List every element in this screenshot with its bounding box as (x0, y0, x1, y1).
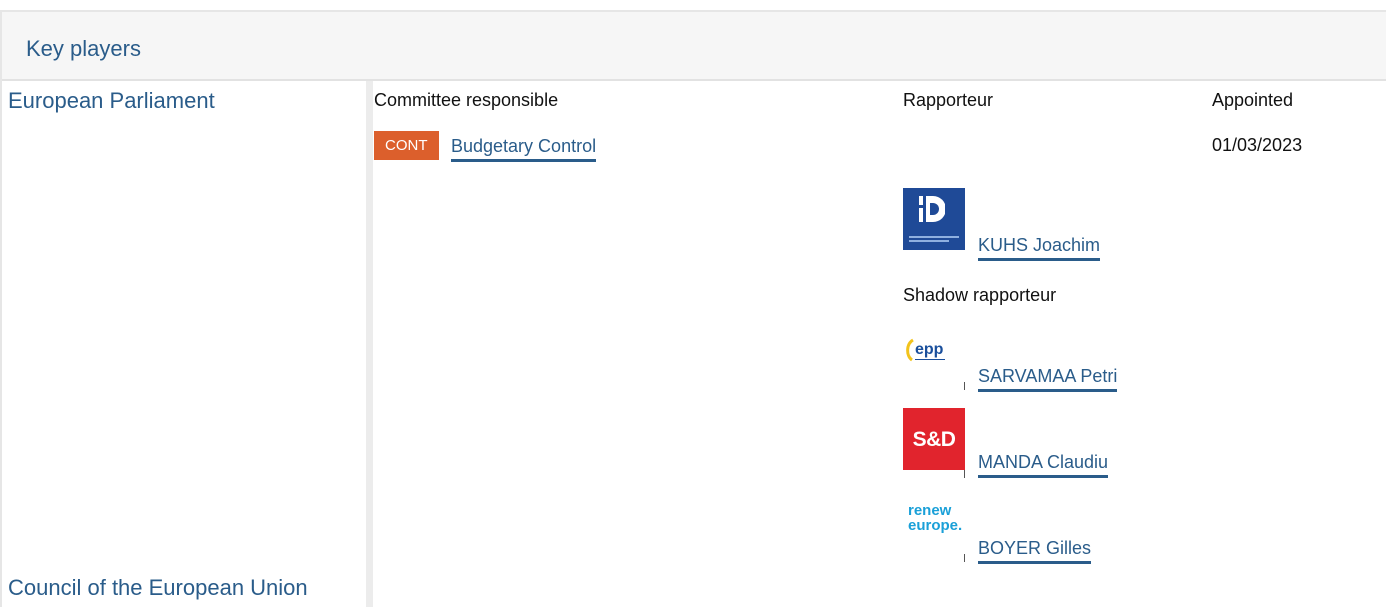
renew-europe-logo: renew europe. (903, 493, 965, 555)
id-logo-subtext (909, 236, 959, 238)
section-header: Key players (2, 12, 1386, 81)
shadow-rapporteur-link[interactable]: SARVAMAA Petri (978, 366, 1118, 392)
sd-logo-text: S&D (912, 428, 956, 451)
id-logo-mark (919, 196, 945, 222)
logo-caption-mark (964, 382, 965, 390)
logo-caption-mark (964, 470, 965, 478)
section-title: Key players (26, 36, 141, 61)
shadow-rapporteur-link[interactable]: BOYER Gilles (978, 538, 1092, 564)
shadow-rapporteur-label: Shadow rapporteur (903, 285, 1057, 305)
id-logo-subtext (909, 240, 949, 242)
epp-group-logo: epp (903, 322, 965, 384)
logo-caption-mark (964, 554, 965, 562)
institution-european-parliament: European Parliament (8, 88, 215, 113)
committee-code-badge: CONT (374, 131, 439, 160)
id-group-logo (903, 188, 965, 250)
rapporteur-link[interactable]: KUHS Joachim (978, 235, 1101, 261)
committee-responsible-label: Committee responsible (374, 90, 559, 110)
institution-council: Council of the European Union (8, 575, 308, 600)
epp-logo-mark: epp (906, 338, 945, 362)
epp-logo-text: epp (915, 341, 944, 358)
rapporteur-label: Rapporteur (903, 90, 994, 110)
committee-link[interactable]: Budgetary Control (451, 136, 597, 162)
appointed-date: 01/03/2023 (1212, 135, 1303, 155)
appointed-label: Appointed (1212, 90, 1294, 110)
sd-group-logo: S&D (903, 408, 965, 470)
column-divider (366, 81, 373, 607)
shadow-rapporteur-link[interactable]: MANDA Claudiu (978, 452, 1109, 478)
renew-logo-text: renew europe. (908, 502, 963, 534)
